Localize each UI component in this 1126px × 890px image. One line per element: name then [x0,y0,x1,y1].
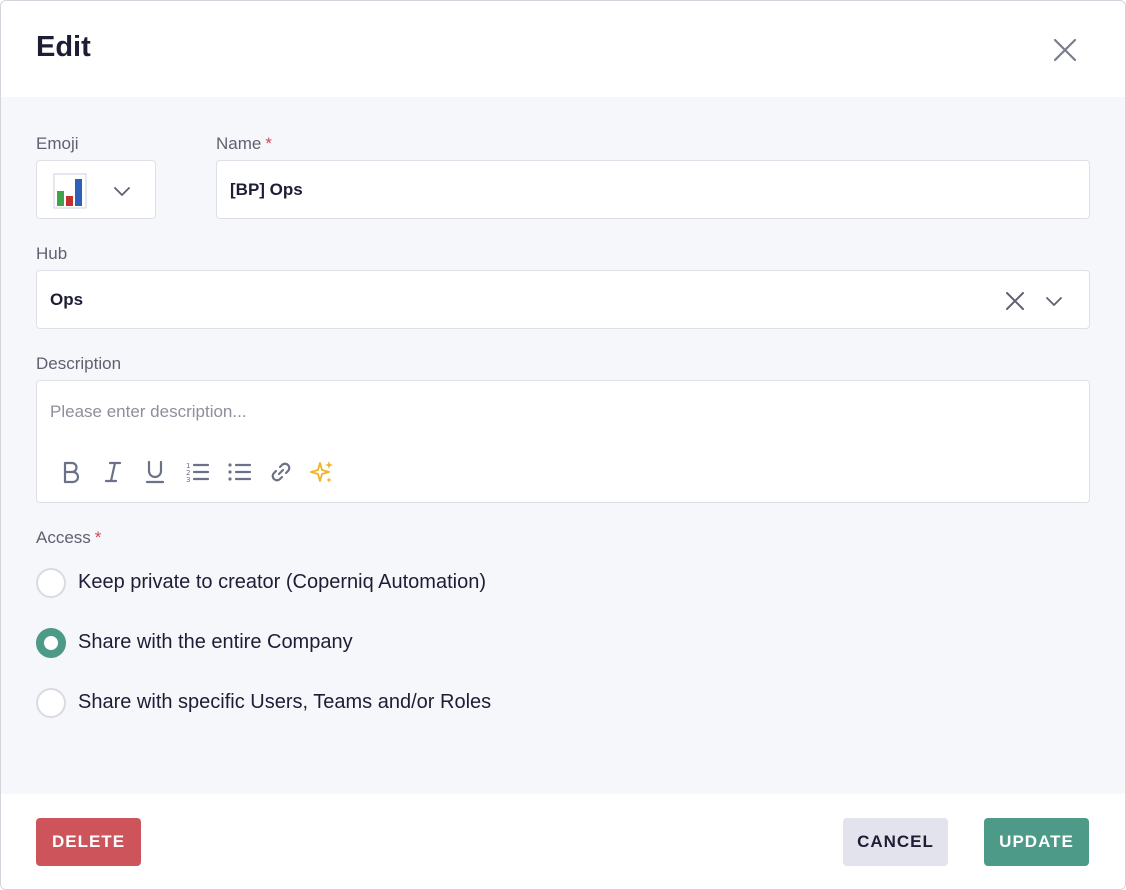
cancel-button[interactable]: CANCEL [843,818,948,866]
radio-button[interactable] [36,568,66,598]
bulleted-list-icon [228,463,252,481]
ai-sparkle-icon [310,461,333,483]
name-value: [BP] Ops [230,180,303,199]
chevron-down-icon[interactable] [1044,291,1064,311]
bold-icon [63,461,80,484]
close-button[interactable] [1049,34,1081,66]
chevron-down-icon [114,187,130,196]
radio-label: Share with the entire Company [78,631,353,653]
access-label-text: Access [36,528,91,547]
emoji-select[interactable] [36,160,156,219]
name-label-text: Name [216,134,262,153]
dialog-title: Edit [36,31,91,63]
radio-button[interactable] [36,688,66,718]
svg-text:3: 3 [186,476,190,484]
access-label: Access * [36,528,101,548]
description-placeholder: Please enter description... [50,402,247,421]
hub-select[interactable]: Ops [36,270,1090,329]
bulleted-list-button[interactable] [226,459,252,485]
name-label: Name * [216,134,272,154]
description-editor[interactable]: Please enter description... 1 2 3 [36,380,1090,503]
bar-chart-emoji-icon [53,173,87,209]
underline-button[interactable] [142,459,168,485]
clear-icon[interactable] [1005,291,1025,311]
description-label: Description [36,354,122,373]
name-input[interactable]: [BP] Ops [216,160,1090,219]
radio-label: Keep private to creator (Coperniq Automa… [78,571,486,593]
required-mark: * [265,134,272,153]
hub-value: Ops [50,290,84,309]
link-icon [271,462,291,482]
delete-button[interactable]: DELETE [36,818,141,866]
ai-assist-button[interactable] [309,459,335,485]
numbered-list-button[interactable]: 1 2 3 [184,459,210,485]
numbered-list-icon: 1 2 3 [186,462,210,484]
hub-label: Hub [36,244,68,263]
update-button[interactable]: UPDATE [984,818,1089,866]
radio-label: Share with specific Users, Teams and/or … [78,691,492,713]
required-mark: * [94,528,102,547]
italic-button[interactable] [100,459,126,485]
bold-button[interactable] [58,459,84,485]
radio-button-checked[interactable] [36,628,66,658]
close-icon [1053,38,1077,62]
dialog-header: Edit [1,1,1125,97]
underline-icon [145,460,165,484]
italic-icon [104,461,122,483]
link-button[interactable] [268,459,294,485]
edit-dialog: Edit Emoji Name * [BP] Ops Hub Ops Descr… [0,0,1126,890]
emoji-label: Emoji [36,134,79,153]
dialog-footer: DELETE CANCEL UPDATE [1,794,1125,889]
